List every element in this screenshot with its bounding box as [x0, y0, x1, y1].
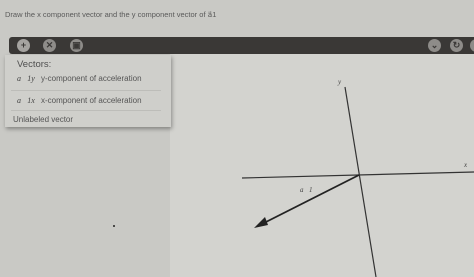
- vector-a1: [259, 174, 360, 226]
- delete-button[interactable]: ✕: [43, 39, 56, 52]
- collapse-button[interactable]: ⌄: [428, 39, 441, 52]
- drawing-toolbar: + ✕ ▣ ⌄ ↻ ?: [9, 37, 474, 54]
- trash-button[interactable]: ▣: [70, 39, 83, 52]
- graph-area[interactable]: y x a⃗1: [170, 54, 474, 277]
- vector-a1-arrowhead: [254, 217, 268, 228]
- vector-symbol: a⃗1x: [17, 96, 35, 105]
- y-axis: [344, 86, 377, 277]
- vector-item-x-component[interactable]: a⃗1x x-component of acceleration: [17, 96, 142, 105]
- help-button[interactable]: ?: [470, 39, 474, 52]
- vector-symbol: a⃗1y: [17, 74, 35, 83]
- vectors-panel-title: Vectors:: [17, 59, 52, 70]
- divider: [11, 90, 161, 91]
- x-axis-label: x: [463, 161, 468, 169]
- vectors-panel: Vectors: a⃗1y y-component of acceleratio…: [5, 55, 171, 127]
- cursor-dot: [113, 225, 115, 227]
- y-axis-label: y: [337, 78, 342, 86]
- vector-item-label: x-component of acceleration: [41, 96, 142, 105]
- instruction-text: Draw the x component vector and the y co…: [5, 10, 217, 19]
- reset-button[interactable]: ↻: [450, 39, 463, 52]
- unlabeled-vector-item[interactable]: Unlabeled vector: [13, 115, 73, 124]
- vector-item-y-component[interactable]: a⃗1y y-component of acceleration: [17, 74, 142, 83]
- vector-a1-label: a⃗1: [300, 186, 312, 194]
- vector-item-label: y-component of acceleration: [41, 74, 142, 83]
- divider: [11, 110, 161, 111]
- add-vector-button[interactable]: +: [17, 39, 30, 52]
